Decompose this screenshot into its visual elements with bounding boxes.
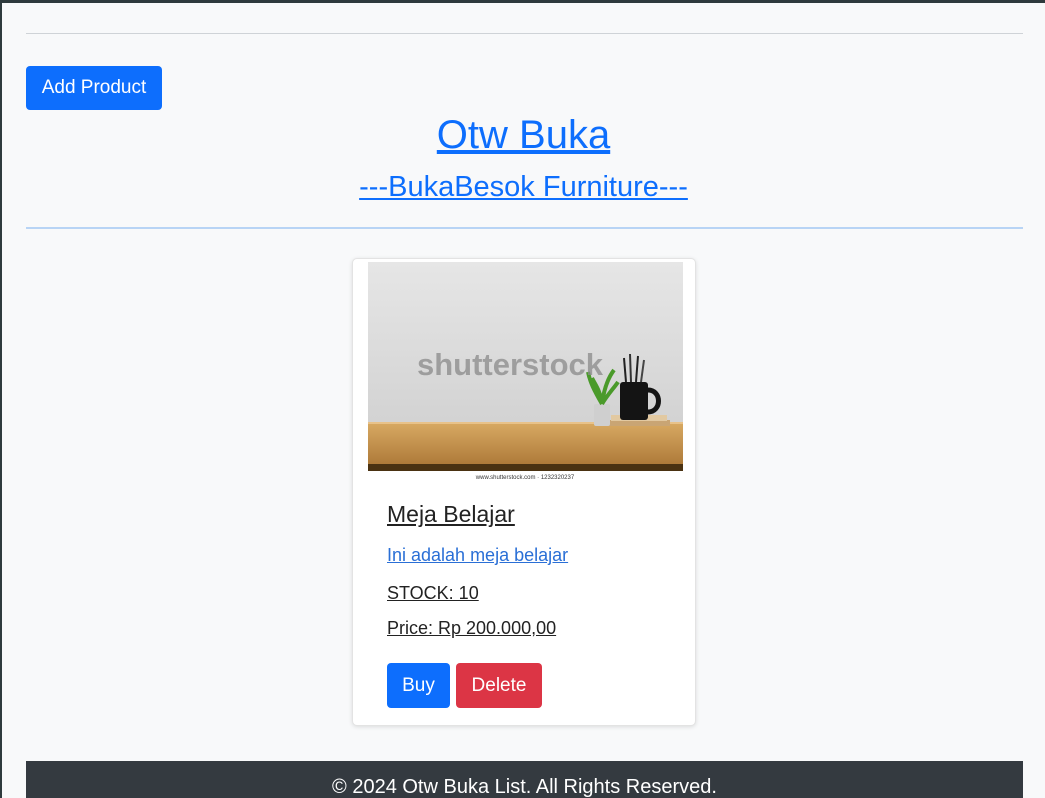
header-divider	[26, 227, 1023, 229]
add-product-button[interactable]: Add Product	[26, 66, 162, 110]
footer-text: © 2024 Otw Buka List. All Rights Reserve…	[332, 776, 717, 798]
product-stock: STOCK: 10	[387, 583, 479, 603]
product-card: shutterstock www.shutterstock.com · 1232…	[352, 258, 696, 726]
site-subtitle: ---BukaBesok Furniture---	[2, 171, 1045, 204]
product-price: Price: Rp 200.000,00	[387, 618, 557, 638]
footer: © 2024 Otw Buka List. All Rights Reserve…	[26, 761, 1023, 798]
top-divider	[26, 33, 1023, 34]
product-name[interactable]: Meja Belajar	[387, 501, 515, 528]
buy-button[interactable]: Buy	[387, 663, 450, 708]
watermark-text: shutterstock	[417, 347, 604, 382]
site-title: Otw Buka	[2, 113, 1045, 158]
delete-button[interactable]: Delete	[456, 663, 542, 708]
product-description[interactable]: Ini adalah meja belajar	[387, 545, 568, 566]
site-title-link[interactable]: Otw Buka	[437, 113, 610, 157]
product-image: shutterstock www.shutterstock.com · 1232…	[368, 262, 683, 482]
image-caption: www.shutterstock.com · 1232320237	[475, 475, 575, 481]
site-subtitle-link[interactable]: ---BukaBesok Furniture---	[359, 171, 688, 203]
